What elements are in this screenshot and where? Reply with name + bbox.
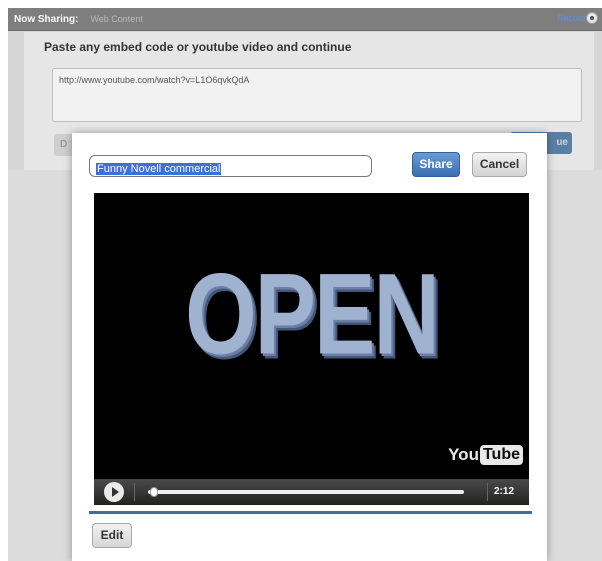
video-player[interactable]: OPEN You Tube 2:12	[94, 193, 529, 505]
video-frame-text: OPEN	[185, 251, 440, 379]
controls-divider	[134, 483, 135, 501]
embed-code-value: http://www.youtube.com/watch?v=L1O6qvkQd…	[59, 75, 250, 85]
youtube-logo-tube: Tube	[479, 445, 523, 465]
youtube-logo[interactable]: You Tube	[448, 445, 523, 465]
edit-button[interactable]: Edit	[92, 523, 132, 548]
now-sharing-label: Now Sharing:	[14, 13, 79, 25]
cancel-button[interactable]: Cancel	[472, 152, 527, 177]
top-bar: Now Sharing: Web Content Record	[8, 8, 602, 31]
video-title-selected-text: Funny Novell commercial	[96, 163, 222, 175]
progress-bar[interactable]	[148, 490, 464, 494]
embed-code-textarea[interactable]: http://www.youtube.com/watch?v=L1O6qvkQd…	[52, 68, 582, 122]
video-controls-bar: 2:12	[94, 479, 529, 505]
panel-title: Paste any embed code or youtube video an…	[44, 40, 352, 54]
dialog-divider	[89, 511, 532, 514]
youtube-logo-you: You	[448, 445, 479, 464]
now-sharing-value[interactable]: Web Content	[90, 14, 142, 24]
record-dot-icon[interactable]	[586, 12, 598, 24]
play-icon[interactable]	[104, 482, 124, 502]
video-duration: 2:12	[494, 486, 515, 497]
share-button[interactable]: Share	[412, 152, 460, 177]
video-title-input[interactable]: Funny Novell commercial	[89, 155, 372, 177]
progress-handle[interactable]	[150, 487, 159, 497]
record-link[interactable]: Record	[557, 13, 586, 23]
controls-divider	[487, 483, 488, 501]
share-video-dialog: Funny Novell commercial Share Cancel OPE…	[72, 133, 547, 561]
